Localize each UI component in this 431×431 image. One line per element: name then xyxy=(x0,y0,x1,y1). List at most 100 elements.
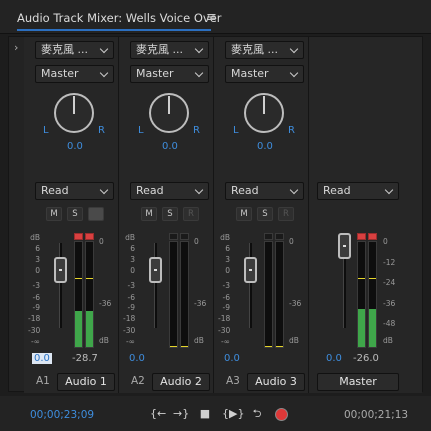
automation-dropdown[interactable]: Read xyxy=(225,182,304,200)
track-name[interactable]: Audio 1 xyxy=(57,373,115,391)
meter-scale-label: -48 xyxy=(383,319,396,328)
track-name[interactable]: Audio 2 xyxy=(152,373,210,391)
output-dropdown[interactable]: Master xyxy=(225,65,304,83)
volume-fader-handle[interactable] xyxy=(338,233,351,259)
pan-value[interactable]: 0.0 xyxy=(162,141,178,152)
level-meter-right xyxy=(275,241,284,348)
meter-scale-label: dB xyxy=(383,336,393,345)
volume-fader-handle[interactable] xyxy=(54,257,67,283)
volume-value[interactable]: 0.0 xyxy=(224,353,240,364)
chevron-down-icon xyxy=(290,183,300,199)
pan-knob[interactable] xyxy=(149,93,189,133)
mute-button[interactable]: M xyxy=(236,207,252,221)
mute-button[interactable]: M xyxy=(46,207,62,221)
fader-scale-label: -3 xyxy=(127,281,135,290)
clip-indicator-left[interactable] xyxy=(264,233,273,240)
input-dropdown[interactable]: 麥克風 ... xyxy=(225,41,304,59)
clip-indicator-left[interactable] xyxy=(169,233,178,240)
peak-hold-marker xyxy=(181,346,188,347)
track-name[interactable]: Audio 3 xyxy=(247,373,305,391)
record-icon[interactable] xyxy=(275,408,288,421)
peak-hold-marker xyxy=(358,278,365,279)
clip-indicator-left[interactable] xyxy=(357,233,366,240)
automation-label: Read xyxy=(41,184,69,197)
record-enable-button[interactable]: R xyxy=(183,207,199,221)
master-name[interactable]: Master xyxy=(317,373,399,391)
pan-left-label: L xyxy=(138,125,144,136)
loop-icon[interactable]: ⮌ xyxy=(249,407,265,421)
fader-scale-label: -6 xyxy=(127,293,135,302)
fader-scale-label: -30 xyxy=(28,326,41,335)
pan-value[interactable]: 0.0 xyxy=(257,141,273,152)
fader-scale-label: -30 xyxy=(123,326,136,335)
current-timecode[interactable]: 00;00;23;09 xyxy=(30,409,94,421)
volume-fader-track[interactable] xyxy=(249,243,252,328)
output-dropdown[interactable]: Master xyxy=(130,65,209,83)
solo-button[interactable]: S xyxy=(67,207,83,221)
go-to-in-icon[interactable]: {← xyxy=(150,407,166,421)
clip-indicator-left[interactable] xyxy=(74,233,83,240)
hamburger-menu-icon[interactable]: ≡ xyxy=(206,10,217,25)
volume-value[interactable]: 0.0 xyxy=(326,353,342,364)
volume-fader-track[interactable] xyxy=(59,243,62,328)
automation-dropdown[interactable]: Read xyxy=(35,182,114,200)
level-meter-right xyxy=(368,241,377,348)
channel-strip-a2: 麥克風 ... Master L R 0.0 Read M S R dB 6 3… xyxy=(119,37,214,393)
record-enable-button[interactable]: R xyxy=(88,207,104,221)
meter-scale-label: -12 xyxy=(383,258,396,267)
solo-button[interactable]: S xyxy=(257,207,273,221)
play-in-to-out-icon[interactable]: {▶} xyxy=(222,407,244,421)
chevron-down-icon xyxy=(100,42,110,58)
volume-value[interactable]: 0.0 xyxy=(129,353,145,364)
chevron-down-icon xyxy=(195,42,205,58)
clip-indicator-right[interactable] xyxy=(85,233,94,240)
fader-scale-label: dB xyxy=(125,233,135,242)
peak-value[interactable]: -28.7 xyxy=(72,353,98,364)
fader-scale-label: -∞ xyxy=(126,337,135,346)
clip-indicator-right[interactable] xyxy=(180,233,189,240)
level-meter-left xyxy=(264,241,273,348)
output-dropdown[interactable]: Master xyxy=(35,65,114,83)
fader-scale-label: 6 xyxy=(225,244,230,253)
go-to-out-icon[interactable]: →} xyxy=(173,407,189,421)
mixer-panel: › 麥克風 ... Master L R 0.0 Read M S R dB 6… xyxy=(8,36,423,393)
pan-value[interactable]: 0.0 xyxy=(67,141,83,152)
peak-value[interactable]: -26.0 xyxy=(353,353,379,364)
panel-title[interactable]: Audio Track Mixer: Wells Voice Over xyxy=(17,11,222,25)
fader-scale-label: -18 xyxy=(218,314,231,323)
volume-fader-handle[interactable] xyxy=(244,257,257,283)
input-dropdown[interactable]: 麥克風 ... xyxy=(130,41,209,59)
fader-scale-label: 3 xyxy=(130,255,135,264)
mute-button[interactable]: M xyxy=(141,207,157,221)
fader-scale-label: -18 xyxy=(28,314,41,323)
record-enable-button[interactable]: R xyxy=(278,207,294,221)
meter-fill xyxy=(86,311,93,347)
fader-scale-label: -6 xyxy=(222,293,230,302)
meter-scale-label: 0 xyxy=(194,237,199,246)
pan-knob[interactable] xyxy=(244,93,284,133)
chevron-down-icon xyxy=(195,183,205,199)
meter-scale-label: -36 xyxy=(383,299,396,308)
volume-fader-track[interactable] xyxy=(154,243,157,328)
chevron-down-icon xyxy=(290,42,300,58)
meter-fill xyxy=(75,311,82,347)
fader-scale-label: -∞ xyxy=(221,337,230,346)
volume-value[interactable]: 0.0 xyxy=(32,353,52,364)
duration-timecode: 00;00;21;13 xyxy=(344,409,409,421)
input-dropdown[interactable]: 麥克風 ... xyxy=(35,41,114,59)
clip-indicator-right[interactable] xyxy=(368,233,377,240)
level-meter-left xyxy=(169,241,178,348)
automation-dropdown[interactable]: Read xyxy=(317,182,399,200)
track-id: A2 xyxy=(131,375,145,387)
chevron-down-icon xyxy=(100,183,110,199)
automation-dropdown[interactable]: Read xyxy=(130,182,209,200)
volume-fader-handle[interactable] xyxy=(149,257,162,283)
chevron-down-icon xyxy=(290,66,300,82)
clip-indicator-right[interactable] xyxy=(275,233,284,240)
chevron-right-icon[interactable]: › xyxy=(14,41,18,54)
chevron-down-icon xyxy=(385,183,395,199)
solo-button[interactable]: S xyxy=(162,207,178,221)
stop-icon[interactable]: ■ xyxy=(197,407,213,421)
pan-knob[interactable] xyxy=(54,93,94,133)
meter-fill xyxy=(358,309,365,347)
